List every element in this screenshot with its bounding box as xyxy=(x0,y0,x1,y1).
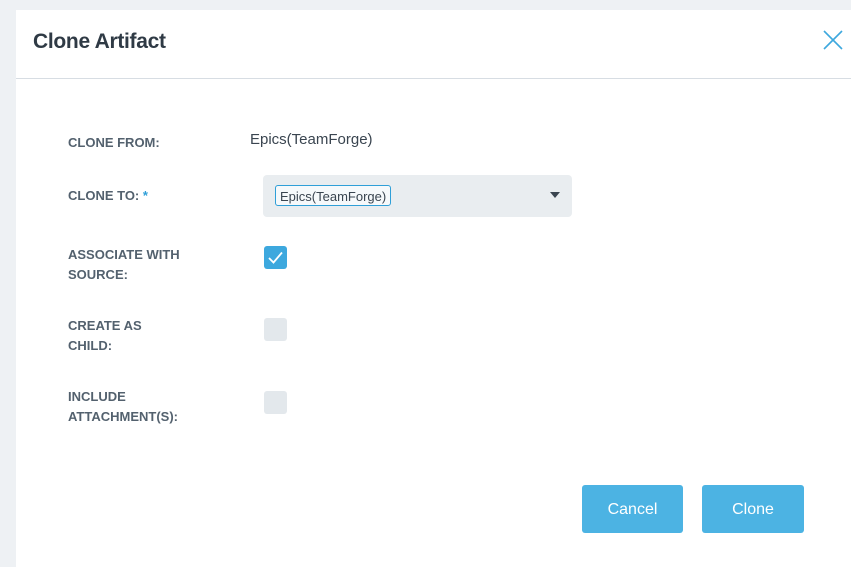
create-child-label-line2: CHILD: xyxy=(68,338,113,353)
clone-to-label: CLONE TO: * xyxy=(68,186,228,206)
close-button[interactable] xyxy=(821,28,845,52)
clone-to-select[interactable]: Epics(TeamForge) xyxy=(263,175,572,217)
associate-label-line2: SOURCE: xyxy=(68,267,128,282)
create-child-label-line1: CREATE AS xyxy=(68,318,142,333)
include-attachments-label-line1: INCLUDE xyxy=(68,389,126,404)
clone-button[interactable]: Clone xyxy=(702,485,804,533)
associate-with-source-label: ASSOCIATE WITH SOURCE: xyxy=(68,245,228,285)
dialog-title: Clone Artifact xyxy=(33,30,166,53)
required-marker: * xyxy=(142,188,148,203)
caret-down-icon xyxy=(550,192,560,198)
clone-to-label-text: CLONE TO: xyxy=(68,188,140,203)
include-attachments-label-line2: ATTACHMENT(S): xyxy=(68,409,178,424)
include-attachments-checkbox[interactable] xyxy=(264,391,287,414)
create-as-child-label: CREATE AS CHILD: xyxy=(68,316,228,356)
associate-label-line1: ASSOCIATE WITH xyxy=(68,247,180,262)
checkmark-icon xyxy=(268,251,283,264)
clone-from-value: Epics(TeamForge) xyxy=(250,131,373,148)
clone-from-label: CLONE FROM: xyxy=(68,135,160,150)
create-as-child-checkbox[interactable] xyxy=(264,318,287,341)
cancel-button[interactable]: Cancel xyxy=(582,485,683,533)
clone-to-selected-tag[interactable]: Epics(TeamForge) xyxy=(275,185,392,206)
associate-with-source-checkbox[interactable] xyxy=(264,246,287,269)
close-icon xyxy=(823,30,843,50)
include-attachments-label: INCLUDE ATTACHMENT(S): xyxy=(68,387,228,427)
dialog-header: Clone Artifact xyxy=(16,10,851,79)
clone-artifact-dialog: Clone Artifact CLONE FROM: Epics(TeamFor… xyxy=(16,10,851,567)
